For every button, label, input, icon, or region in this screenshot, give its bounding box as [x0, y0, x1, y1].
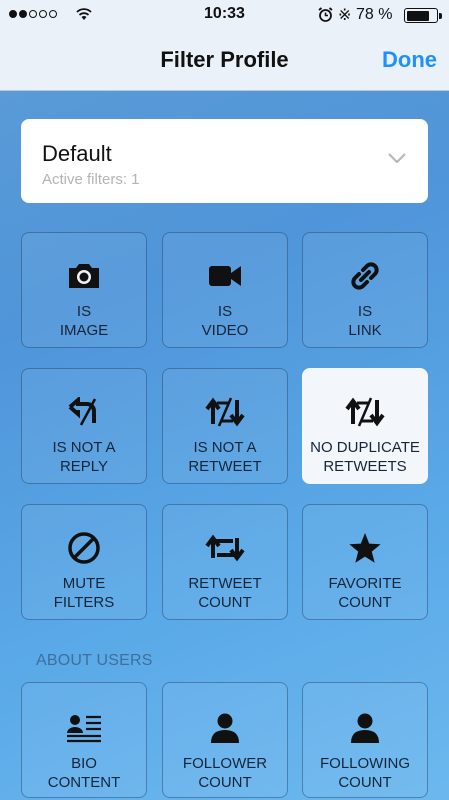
block-icon — [22, 531, 146, 565]
link-icon — [303, 259, 427, 293]
retweet-crossed-icon — [163, 395, 287, 429]
filter-label: FAVORITE COUNT — [328, 575, 402, 611]
filter-label: MUTE FILTERS — [53, 575, 115, 611]
profile-name: Default — [42, 141, 112, 166]
active-filters-count: Active filters: 1 — [42, 171, 140, 188]
filter-label: BIO CONTENT — [47, 755, 121, 791]
filter-is-link[interactable]: IS LINK — [302, 232, 428, 348]
profile-selector[interactable]: Default Active filters: 1 — [21, 119, 428, 203]
done-button[interactable]: Done — [382, 47, 437, 73]
filter-label: FOLLOWING COUNT — [319, 755, 410, 791]
reply-crossed-icon — [22, 395, 146, 429]
about-users-header: ABOUT USERS — [36, 652, 153, 669]
battery-icon — [404, 8, 442, 23]
camera-icon — [22, 259, 146, 293]
filter-is-not-a-retweet[interactable]: IS NOT A RETWEET — [162, 368, 288, 484]
filter-following-count[interactable]: FOLLOWING COUNT — [302, 682, 428, 798]
filter-favorite-count[interactable]: FAVORITE COUNT — [302, 504, 428, 620]
status-bar: 10:33 ※ 78 % — [0, 0, 449, 30]
filter-label: IS NOT A REPLY — [52, 439, 116, 475]
filter-bio-content[interactable]: BIO CONTENT — [21, 682, 147, 798]
filter-label: NO DUPLICATE RETWEETS — [310, 439, 420, 475]
navigation-bar: 10:33 ※ 78 % Filter Profile Done — [0, 0, 449, 91]
filter-mute-filters[interactable]: MUTE FILTERS — [21, 504, 147, 620]
video-camera-icon — [163, 259, 287, 293]
alarm-icon — [318, 7, 333, 22]
bluetooth-icon: ※ — [338, 7, 352, 24]
filter-is-not-a-reply[interactable]: IS NOT A REPLY — [21, 368, 147, 484]
filter-label: RETWEET COUNT — [188, 575, 262, 611]
retweet-crossed-icon — [303, 395, 427, 429]
battery-percentage: 78 % — [356, 6, 393, 23]
filter-is-video[interactable]: IS VIDEO — [162, 232, 288, 348]
chevron-down-icon — [388, 153, 406, 163]
filter-label: FOLLOWER COUNT — [182, 755, 268, 791]
star-icon — [303, 531, 427, 565]
filter-no-duplicate-retweets[interactable]: NO DUPLICATE RETWEETS — [302, 368, 428, 484]
filter-is-image[interactable]: IS IMAGE — [21, 232, 147, 348]
filter-label: IS IMAGE — [59, 303, 109, 339]
filter-label: IS NOT A RETWEET — [188, 439, 262, 475]
bio-card-icon — [22, 711, 146, 745]
filter-label: IS LINK — [348, 303, 382, 339]
filter-retweet-count[interactable]: RETWEET COUNT — [162, 504, 288, 620]
person-icon — [163, 711, 287, 745]
filter-follower-count[interactable]: FOLLOWER COUNT — [162, 682, 288, 798]
person-icon — [303, 711, 427, 745]
retweet-icon — [163, 531, 287, 565]
filter-label: IS VIDEO — [201, 303, 249, 339]
